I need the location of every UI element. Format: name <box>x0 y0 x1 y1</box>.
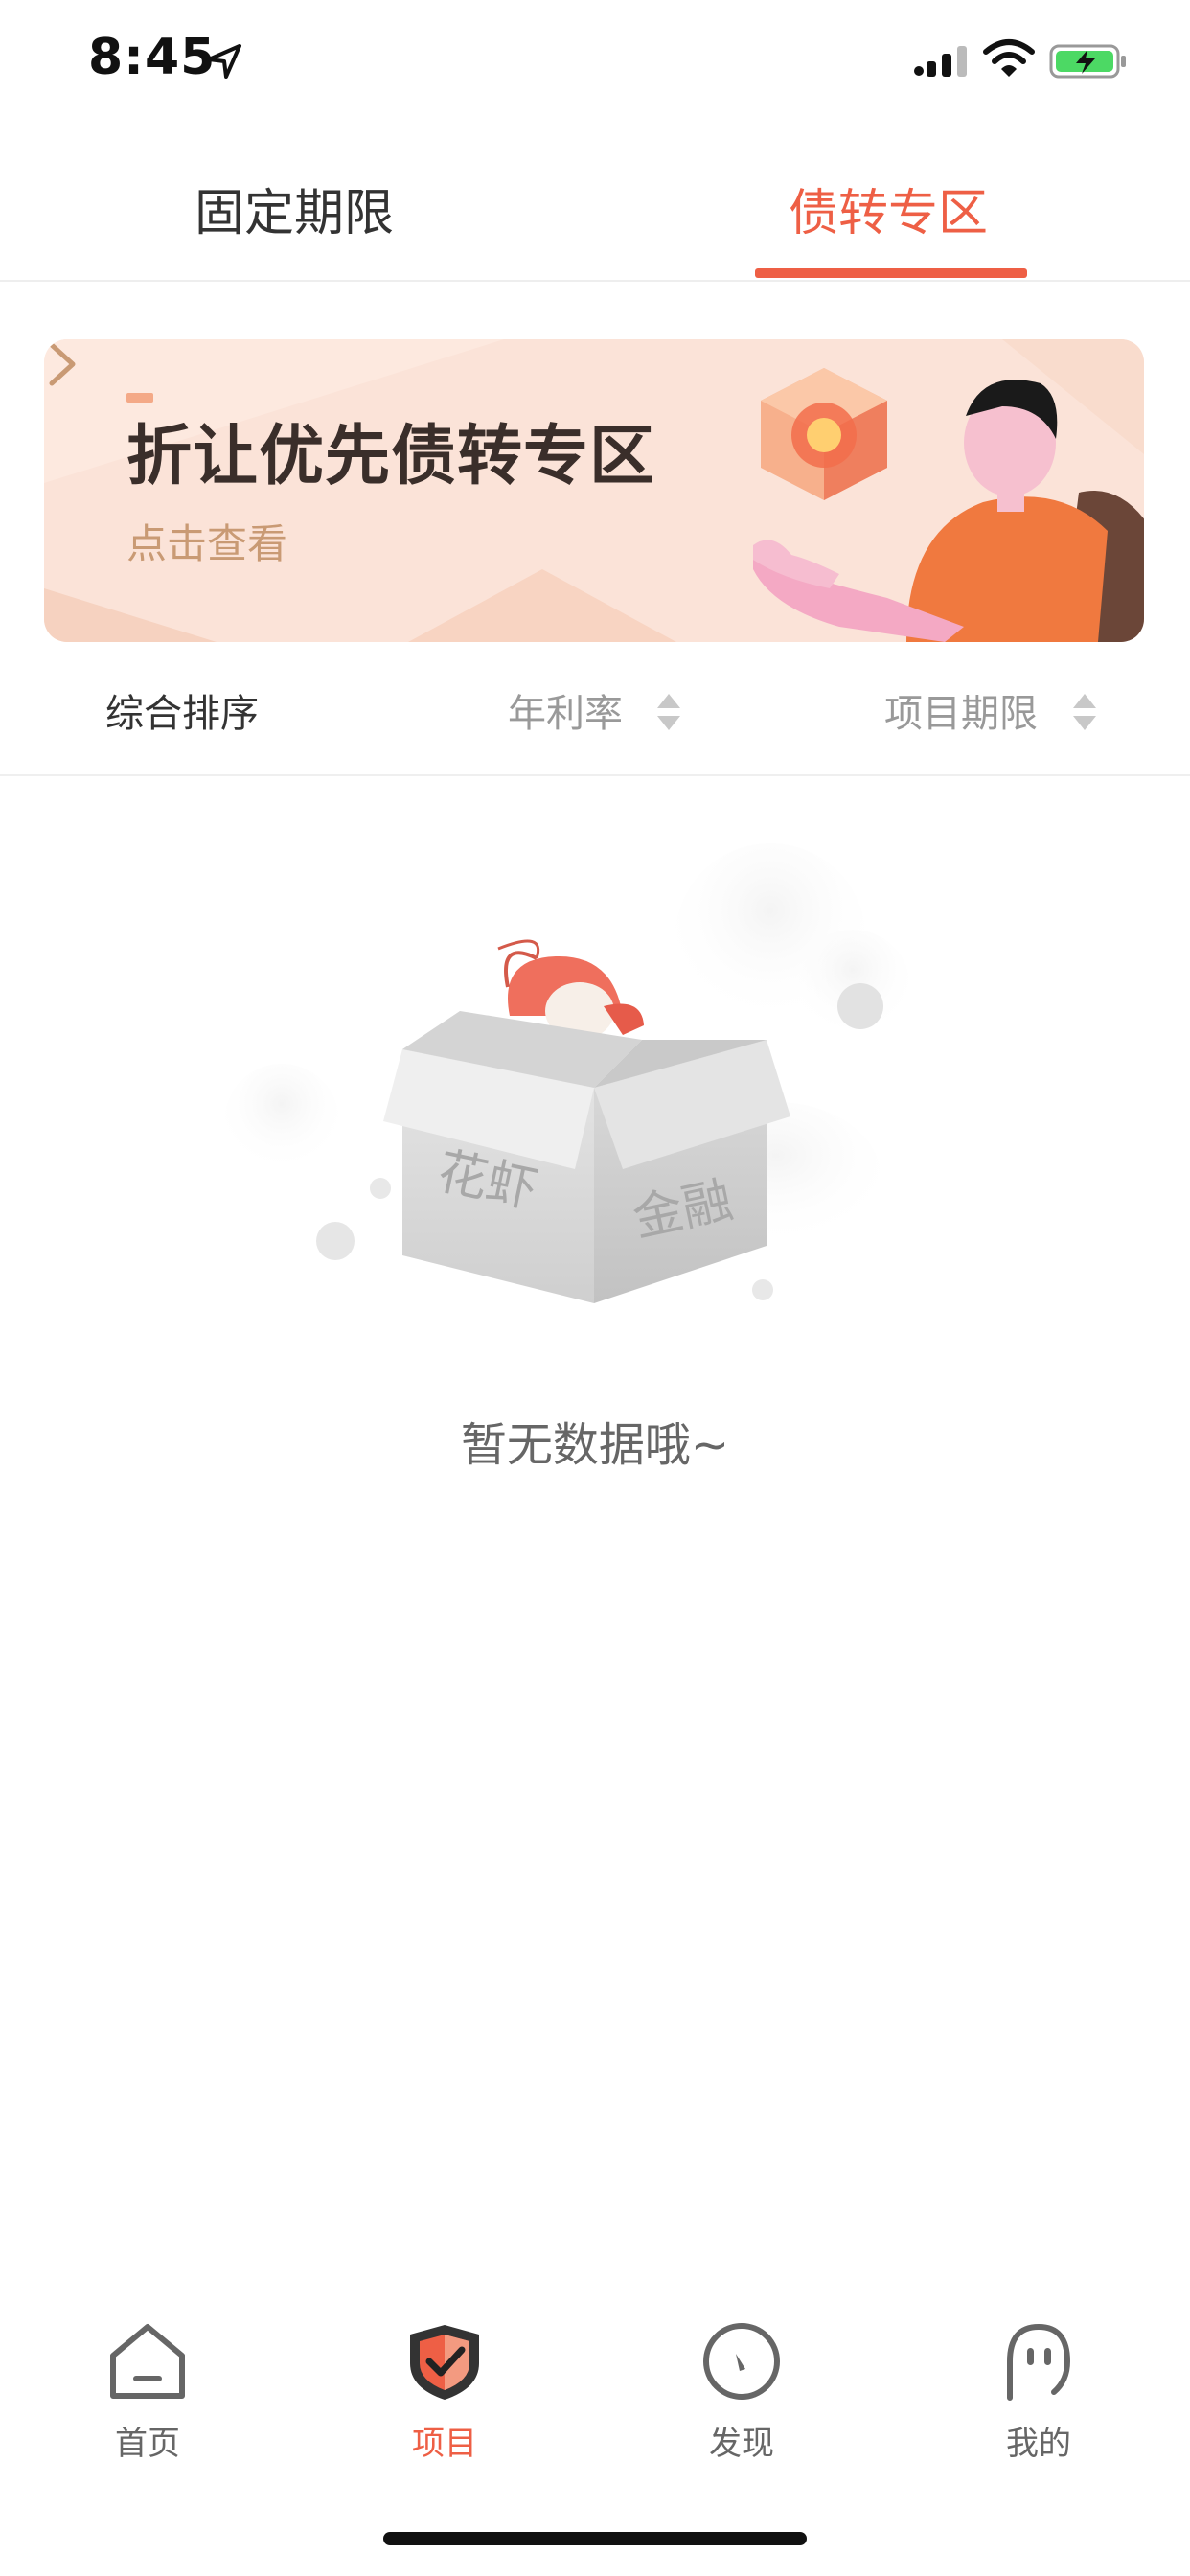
active-tab-indicator <box>755 268 1027 278</box>
chevron-right-icon <box>49 342 76 386</box>
promo-banner[interactable]: 折让优先债转专区 点击查看 <box>44 339 1144 642</box>
tab-debt-transfer[interactable]: 债转专区 <box>789 172 988 244</box>
nav-label-projects: 项目 <box>412 2425 477 2463</box>
sort-arrows-icon <box>1073 694 1096 730</box>
banner-title: 折让优先债转专区 <box>126 419 656 494</box>
empty-box-illustration: 花虾 金融 <box>224 843 910 1303</box>
sort-bar: 综合排序 年利率 项目期限 <box>0 644 1190 776</box>
sort-annual-rate[interactable]: 年利率 <box>508 682 623 738</box>
nav-item-projects[interactable]: 项目 <box>349 2321 540 2465</box>
nav-label-mine: 我的 <box>1006 2425 1071 2463</box>
location-arrow-icon <box>207 44 241 79</box>
top-tabs: 固定期限 债转专区 <box>0 134 1190 282</box>
banner-accent-mark <box>126 393 153 402</box>
banner-link[interactable]: 点击查看 <box>126 512 287 570</box>
home-indicator[interactable] <box>383 2532 807 2545</box>
wifi-icon <box>983 39 1035 77</box>
sort-comprehensive[interactable]: 综合排序 <box>105 682 259 738</box>
empty-state-text: 暂无数据哦~ <box>460 1418 730 1472</box>
battery-charging-icon <box>1049 44 1126 79</box>
sort-arrows-icon <box>657 694 680 730</box>
tab-fixed-term[interactable]: 固定期限 <box>195 172 394 244</box>
sort-project-term[interactable]: 项目期限 <box>884 682 1038 738</box>
cellular-signal-icon <box>914 46 967 77</box>
nav-item-mine[interactable]: 我的 <box>943 2321 1134 2465</box>
home-icon <box>110 2324 185 2399</box>
nav-label-discover: 发现 <box>709 2425 774 2463</box>
compass-icon <box>703 2323 780 2400</box>
nav-label-home: 首页 <box>115 2425 180 2463</box>
shield-check-icon <box>410 2325 479 2400</box>
status-time: 8:45 <box>88 29 217 86</box>
status-bar: 8:45 <box>0 0 1190 125</box>
bottom-nav: 首页 项目 发现 我的 <box>0 2300 1190 2492</box>
nav-item-home[interactable]: 首页 <box>52 2321 243 2465</box>
ghost-face-icon <box>1007 2323 1071 2401</box>
nav-item-discover[interactable]: 发现 <box>646 2321 837 2465</box>
